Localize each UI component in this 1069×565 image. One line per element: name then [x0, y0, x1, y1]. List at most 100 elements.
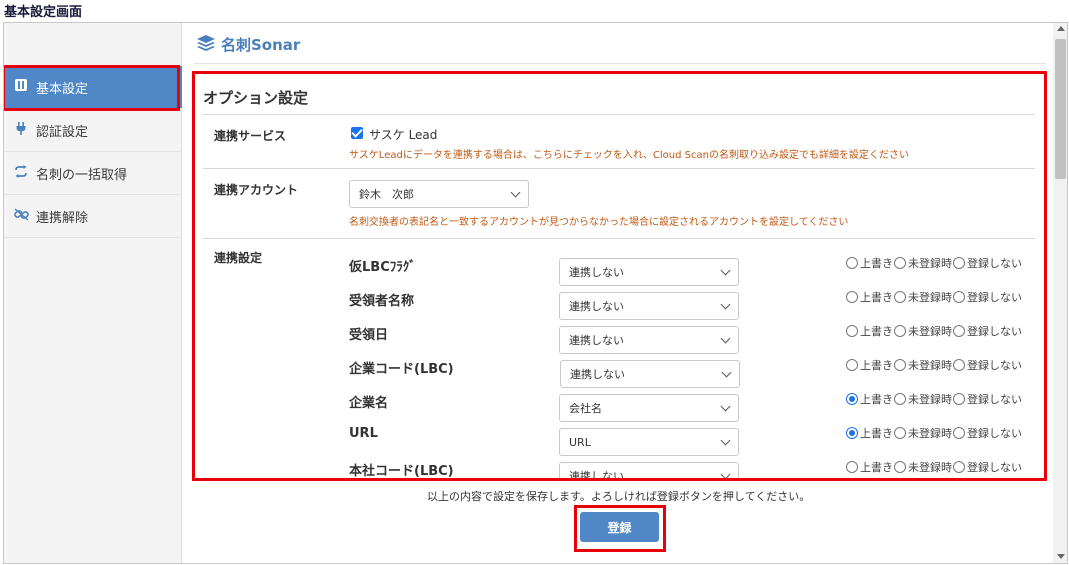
select-value: 鈴木 次郎: [359, 188, 414, 201]
radio-button[interactable]: [846, 325, 858, 337]
option-settings-panel: オプション設定 連携サービス サスケ Lead サスケLeadにデータを連携する…: [192, 71, 1047, 481]
sidebar-item-label: 名刺の一括取得: [36, 167, 128, 183]
radio-button[interactable]: [846, 461, 858, 473]
mapping-radio-group: 上書き 未登録時 登録しない: [846, 357, 1023, 373]
radio-button[interactable]: [894, 393, 906, 405]
divider: [203, 168, 1035, 169]
sasuke-lead-checkbox[interactable]: [351, 127, 363, 139]
sidebar-item-unlink[interactable]: 連携解除: [4, 195, 182, 238]
mapping-select[interactable]: 会社名: [559, 394, 739, 422]
radio-button[interactable]: [894, 461, 906, 473]
chevron-down-icon: [720, 401, 731, 412]
mapping-select[interactable]: 連携しない: [559, 258, 739, 286]
radio-label: 未登録時: [908, 461, 952, 474]
mapping-field-name: 企業名: [349, 396, 389, 411]
select-value: URL: [569, 435, 591, 449]
radio-button[interactable]: [953, 291, 965, 303]
radio-button[interactable]: [953, 325, 965, 337]
select-value: 連携しない: [569, 334, 624, 347]
radio-label: 上書き: [860, 257, 893, 270]
radio-button[interactable]: [894, 257, 906, 269]
unlink-icon: [12, 207, 30, 225]
radio-button[interactable]: [846, 359, 858, 371]
mapping-select[interactable]: 連携しない: [560, 360, 740, 388]
radio-button[interactable]: [846, 427, 858, 439]
radio-label: 登録しない: [967, 359, 1022, 372]
radio-button[interactable]: [846, 291, 858, 303]
radio-button[interactable]: [953, 427, 965, 439]
divider: [194, 63, 1046, 64]
radio-label: 上書き: [860, 291, 893, 304]
checkbox-label: サスケ Lead: [369, 128, 438, 142]
window-title: 基本設定画面: [4, 5, 83, 20]
scroll-up-arrow-icon[interactable]: [1057, 26, 1065, 31]
radio-button[interactable]: [953, 461, 965, 473]
mapping-radio-group: 上書き 未登録時 登録しない: [846, 425, 1023, 441]
select-value: 連携しない: [570, 368, 625, 381]
scrollbar[interactable]: [1053, 23, 1067, 563]
select-value: 連携しない: [569, 266, 624, 279]
sidebar: 基本設定 認証設定 名刺の一括取得 連携解除: [4, 23, 182, 563]
layers-icon: [197, 34, 215, 55]
radio-label: 未登録時: [908, 359, 952, 372]
mapping-radio-group: 上書き 未登録時 登録しない: [846, 323, 1023, 339]
chevron-down-icon: [720, 333, 731, 344]
mapping-select[interactable]: 連携しない: [559, 462, 739, 481]
select-value: 連携しない: [569, 470, 624, 481]
radio-label: 登録しない: [967, 461, 1022, 474]
radio-label: 未登録時: [908, 325, 952, 338]
chevron-down-icon: [720, 469, 731, 478]
radio-button[interactable]: [846, 257, 858, 269]
radio-button[interactable]: [953, 257, 965, 269]
scroll-down-arrow-icon[interactable]: [1057, 554, 1065, 559]
radio-label: 上書き: [860, 359, 893, 372]
select-value: 連携しない: [569, 300, 624, 313]
mapping-select[interactable]: 連携しない: [559, 326, 739, 354]
scroll-thumb[interactable]: [1055, 39, 1066, 179]
radio-label: 登録しない: [967, 393, 1022, 406]
mapping-field-name: 企業コード(LBC): [349, 362, 454, 377]
mapping-field-name: URL: [349, 426, 378, 441]
chevron-down-icon: [720, 265, 731, 276]
select-value: 会社名: [569, 402, 602, 415]
sync-icon: [12, 164, 30, 182]
settings-frame: 基本設定 認証設定 名刺の一括取得 連携解除 名刺Sonar オプション設定 連…: [3, 22, 1068, 564]
radio-button[interactable]: [846, 393, 858, 405]
radio-label: 登録しない: [967, 257, 1022, 270]
footer-message: 以上の内容で設定を保存します。よろしければ登録ボタンを押してください。: [427, 490, 811, 503]
radio-button[interactable]: [894, 427, 906, 439]
mapping-label: 連携設定: [214, 251, 263, 265]
account-note: 名刺交換者の表記名と一致するアカウントが見つからなかった場合に設定されるアカウン…: [349, 217, 849, 228]
mapping-radio-group: 上書き 未登録時 登録しない: [846, 289, 1023, 305]
radio-button[interactable]: [894, 291, 906, 303]
register-button[interactable]: 登録: [580, 512, 659, 542]
radio-label: 上書き: [860, 427, 893, 440]
radio-label: 登録しない: [967, 427, 1022, 440]
radio-label: 未登録時: [908, 393, 952, 406]
account-select[interactable]: 鈴木 次郎: [349, 180, 529, 208]
service-note: サスケLeadにデータを連携する場合は、こちらにチェックを入れ、Cloud Sc…: [349, 150, 909, 161]
plug-icon: [12, 121, 30, 139]
radio-label: 登録しない: [967, 291, 1022, 304]
mapping-radio-group: 上書き 未登録時 登録しない: [846, 391, 1023, 407]
radio-button[interactable]: [953, 393, 965, 405]
section-title: オプション設定: [203, 89, 309, 107]
radio-label: 未登録時: [908, 257, 952, 270]
radio-button[interactable]: [894, 359, 906, 371]
brand-header: 名刺Sonar: [197, 34, 300, 55]
divider: [203, 114, 1035, 115]
divider: [203, 238, 1035, 239]
radio-label: 上書き: [860, 325, 893, 338]
mapping-field-name: 受領者名称: [349, 294, 415, 309]
radio-button[interactable]: [953, 359, 965, 371]
sidebar-item-bulk-fetch[interactable]: 名刺の一括取得: [4, 152, 182, 195]
sidebar-item-auth-settings[interactable]: 認証設定: [4, 109, 182, 152]
mapping-field-name: 受領日: [349, 328, 389, 343]
sidebar-item-basic-settings[interactable]: 基本設定: [4, 66, 182, 109]
mapping-select[interactable]: 連携しない: [559, 292, 739, 320]
mapping-select[interactable]: URL: [559, 428, 739, 456]
radio-label: 未登録時: [908, 291, 952, 304]
brand-name: 名刺Sonar: [221, 36, 301, 54]
chevron-down-icon: [721, 367, 732, 378]
radio-button[interactable]: [894, 325, 906, 337]
